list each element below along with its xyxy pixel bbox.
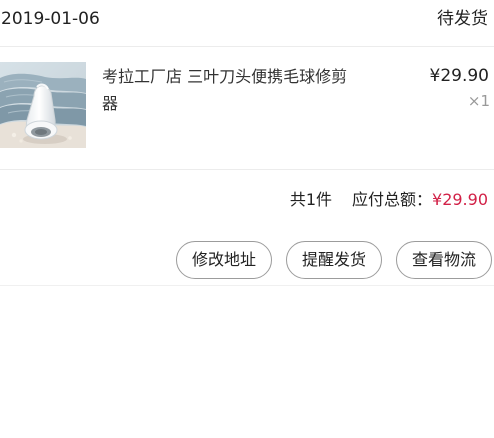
product-row[interactable]: 考拉工厂店 三叶刀头便携毛球修剪器 ¥29.90 ×1: [0, 47, 494, 170]
order-header: 2019-01-06 待发货: [0, 0, 494, 47]
order-actions: 修改地址 提醒发货 查看物流: [175, 241, 492, 279]
total-value: ¥29.90: [432, 190, 488, 209]
order-card: 2019-01-06 待发货 考拉工厂店 三叶刀头便携毛球修剪器 ¥29.90 …: [0, 0, 494, 286]
item-count: 共1件: [289, 190, 332, 209]
bottom-divider: [0, 285, 494, 286]
order-status: 待发货: [437, 9, 488, 29]
total-label: 应付总额：: [352, 190, 433, 209]
lint-remover-product-image: [0, 62, 86, 148]
order-date: 2019-01-06: [1, 9, 100, 29]
order-summary: 共1件 应付总额：¥29.90: [290, 189, 488, 211]
product-quantity: ×1: [467, 92, 490, 110]
remind-shipment-button[interactable]: 提醒发货: [285, 241, 382, 279]
modify-address-button[interactable]: 修改地址: [175, 241, 272, 279]
view-logistics-button[interactable]: 查看物流: [395, 241, 492, 279]
product-price: ¥29.90: [429, 66, 489, 86]
product-image[interactable]: [0, 62, 86, 148]
product-title[interactable]: 考拉工厂店 三叶刀头便携毛球修剪器: [102, 63, 362, 117]
